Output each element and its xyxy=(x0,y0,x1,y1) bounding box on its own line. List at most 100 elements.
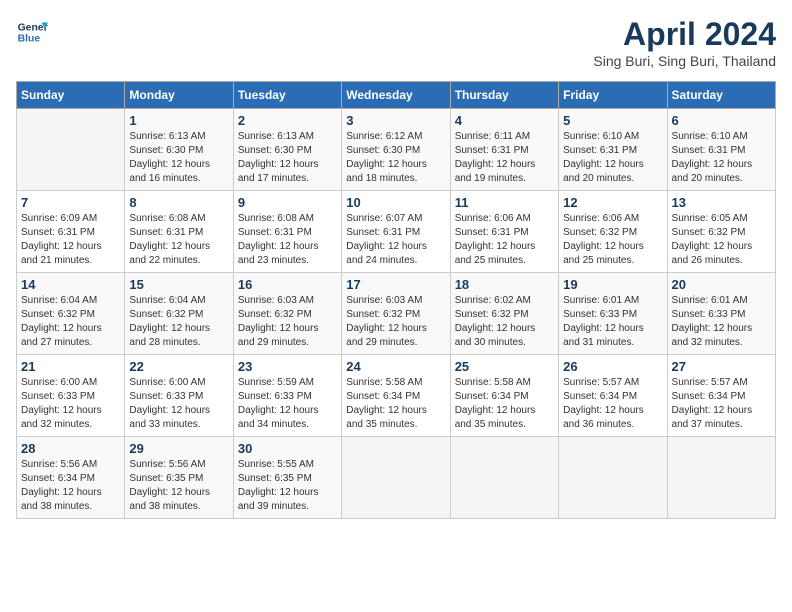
calendar-body: 1Sunrise: 6:13 AM Sunset: 6:30 PM Daylig… xyxy=(17,109,776,519)
day-number: 30 xyxy=(238,441,337,456)
day-info: Sunrise: 5:55 AM Sunset: 6:35 PM Dayligh… xyxy=(238,458,337,514)
header-friday: Friday xyxy=(559,82,667,109)
day-info: Sunrise: 5:57 AM Sunset: 6:34 PM Dayligh… xyxy=(563,376,662,432)
cell-2-1: 7Sunrise: 6:09 AM Sunset: 6:31 PM Daylig… xyxy=(17,191,125,273)
cell-1-5: 4 Sunrise: 6:11 AM Sunset: 6:31 PM Daylig… xyxy=(450,109,558,191)
cell-1-7: 6 Sunrise: 6:10 AM Sunset: 6:31 PM Daylig… xyxy=(667,109,775,191)
day-number: 2 xyxy=(238,113,337,128)
day-number: 22 xyxy=(129,359,228,374)
day-info: Sunrise: 6:13 AM Sunset: 6:30 PM Dayligh… xyxy=(238,130,337,186)
day-number: 5 xyxy=(563,113,662,128)
cell-2-3: 9 Sunrise: 6:08 AM Sunset: 6:31 PM Daylig… xyxy=(233,191,341,273)
cell-2-6: 12Sunrise: 6:06 AM Sunset: 6:32 PM Dayli… xyxy=(559,191,667,273)
day-info: Sunrise: 6:06 AM Sunset: 6:32 PM Dayligh… xyxy=(563,212,662,268)
cell-5-3: 30 Sunrise: 5:55 AM Sunset: 6:35 PM Dayli… xyxy=(233,437,341,519)
calendar-table: SundayMondayTuesdayWednesdayThursdayFrid… xyxy=(16,81,776,519)
calendar-header: SundayMondayTuesdayWednesdayThursdayFrid… xyxy=(17,82,776,109)
week-row-5: 28 Sunrise: 5:56 AM Sunset: 6:34 PM Dayli… xyxy=(17,437,776,519)
page-header: General Blue April 2024 Sing Buri, Sing … xyxy=(16,16,776,69)
cell-4-5: 25 Sunrise: 5:58 AM Sunset: 6:34 PM Dayli… xyxy=(450,355,558,437)
cell-1-1 xyxy=(17,109,125,191)
day-number: 24 xyxy=(346,359,445,374)
day-number: 14 xyxy=(21,277,120,292)
day-info: Sunrise: 6:07 AM Sunset: 6:31 PM Dayligh… xyxy=(346,212,445,268)
day-number: 28 xyxy=(21,441,120,456)
week-row-1: 1Sunrise: 6:13 AM Sunset: 6:30 PM Daylig… xyxy=(17,109,776,191)
day-info: Sunrise: 6:03 AM Sunset: 6:32 PM Dayligh… xyxy=(238,294,337,350)
day-info: Sunrise: 5:59 AM Sunset: 6:33 PM Dayligh… xyxy=(238,376,337,432)
day-info: Sunrise: 5:58 AM Sunset: 6:34 PM Dayligh… xyxy=(455,376,554,432)
cell-1-2: 1Sunrise: 6:13 AM Sunset: 6:30 PM Daylig… xyxy=(125,109,233,191)
day-number: 26 xyxy=(563,359,662,374)
cell-1-6: 5Sunrise: 6:10 AM Sunset: 6:31 PM Daylig… xyxy=(559,109,667,191)
cell-3-5: 18 Sunrise: 6:02 AM Sunset: 6:32 PM Dayli… xyxy=(450,273,558,355)
week-row-2: 7Sunrise: 6:09 AM Sunset: 6:31 PM Daylig… xyxy=(17,191,776,273)
cell-2-2: 8 Sunrise: 6:08 AM Sunset: 6:31 PM Daylig… xyxy=(125,191,233,273)
cell-5-2: 29 Sunrise: 5:56 AM Sunset: 6:35 PM Dayli… xyxy=(125,437,233,519)
day-number: 20 xyxy=(672,277,771,292)
day-number: 25 xyxy=(455,359,554,374)
day-info: Sunrise: 6:00 AM Sunset: 6:33 PM Dayligh… xyxy=(129,376,228,432)
cell-4-6: 26 Sunrise: 5:57 AM Sunset: 6:34 PM Dayli… xyxy=(559,355,667,437)
day-info: Sunrise: 5:57 AM Sunset: 6:34 PM Dayligh… xyxy=(672,376,771,432)
cell-3-4: 17 Sunrise: 6:03 AM Sunset: 6:32 PM Dayli… xyxy=(342,273,450,355)
svg-text:Blue: Blue xyxy=(18,34,41,45)
day-number: 13 xyxy=(672,195,771,210)
day-number: 6 xyxy=(672,113,771,128)
cell-3-6: 19 Sunrise: 6:01 AM Sunset: 6:33 PM Dayli… xyxy=(559,273,667,355)
day-info: Sunrise: 6:04 AM Sunset: 6:32 PM Dayligh… xyxy=(129,294,228,350)
header-monday: Monday xyxy=(125,82,233,109)
cell-2-7: 13 Sunrise: 6:05 AM Sunset: 6:32 PM Dayli… xyxy=(667,191,775,273)
cell-5-5 xyxy=(450,437,558,519)
day-info: Sunrise: 6:02 AM Sunset: 6:32 PM Dayligh… xyxy=(455,294,554,350)
cell-5-7 xyxy=(667,437,775,519)
day-number: 7 xyxy=(21,195,120,210)
day-info: Sunrise: 6:05 AM Sunset: 6:32 PM Dayligh… xyxy=(672,212,771,268)
day-number: 17 xyxy=(346,277,445,292)
cell-5-4 xyxy=(342,437,450,519)
header-thursday: Thursday xyxy=(450,82,558,109)
day-number: 16 xyxy=(238,277,337,292)
day-info: Sunrise: 5:56 AM Sunset: 6:35 PM Dayligh… xyxy=(129,458,228,514)
day-info: Sunrise: 6:08 AM Sunset: 6:31 PM Dayligh… xyxy=(238,212,337,268)
header-wednesday: Wednesday xyxy=(342,82,450,109)
week-row-4: 21 Sunrise: 6:00 AM Sunset: 6:33 PM Dayli… xyxy=(17,355,776,437)
cell-5-1: 28 Sunrise: 5:56 AM Sunset: 6:34 PM Dayli… xyxy=(17,437,125,519)
day-number: 29 xyxy=(129,441,228,456)
cell-3-1: 14 Sunrise: 6:04 AM Sunset: 6:32 PM Dayli… xyxy=(17,273,125,355)
cell-4-1: 21 Sunrise: 6:00 AM Sunset: 6:33 PM Dayli… xyxy=(17,355,125,437)
day-info: Sunrise: 6:08 AM Sunset: 6:31 PM Dayligh… xyxy=(129,212,228,268)
day-info: Sunrise: 6:03 AM Sunset: 6:32 PM Dayligh… xyxy=(346,294,445,350)
cell-5-6 xyxy=(559,437,667,519)
day-info: Sunrise: 6:00 AM Sunset: 6:33 PM Dayligh… xyxy=(21,376,120,432)
day-number: 4 xyxy=(455,113,554,128)
header-row: SundayMondayTuesdayWednesdayThursdayFrid… xyxy=(17,82,776,109)
cell-4-2: 22 Sunrise: 6:00 AM Sunset: 6:33 PM Dayli… xyxy=(125,355,233,437)
day-number: 9 xyxy=(238,195,337,210)
cell-2-5: 11Sunrise: 6:06 AM Sunset: 6:31 PM Dayli… xyxy=(450,191,558,273)
day-number: 8 xyxy=(129,195,228,210)
header-tuesday: Tuesday xyxy=(233,82,341,109)
subtitle: Sing Buri, Sing Buri, Thailand xyxy=(593,53,776,69)
day-info: Sunrise: 6:12 AM Sunset: 6:30 PM Dayligh… xyxy=(346,130,445,186)
day-info: Sunrise: 6:04 AM Sunset: 6:32 PM Dayligh… xyxy=(21,294,120,350)
title-block: April 2024 Sing Buri, Sing Buri, Thailan… xyxy=(593,16,776,69)
day-number: 21 xyxy=(21,359,120,374)
day-number: 15 xyxy=(129,277,228,292)
day-number: 10 xyxy=(346,195,445,210)
day-info: Sunrise: 5:58 AM Sunset: 6:34 PM Dayligh… xyxy=(346,376,445,432)
day-info: Sunrise: 6:13 AM Sunset: 6:30 PM Dayligh… xyxy=(129,130,228,186)
day-info: Sunrise: 5:56 AM Sunset: 6:34 PM Dayligh… xyxy=(21,458,120,514)
cell-2-4: 10 Sunrise: 6:07 AM Sunset: 6:31 PM Dayli… xyxy=(342,191,450,273)
main-title: April 2024 xyxy=(593,16,776,53)
day-number: 18 xyxy=(455,277,554,292)
week-row-3: 14 Sunrise: 6:04 AM Sunset: 6:32 PM Dayli… xyxy=(17,273,776,355)
cell-4-7: 27Sunrise: 5:57 AM Sunset: 6:34 PM Dayli… xyxy=(667,355,775,437)
cell-1-4: 3Sunrise: 6:12 AM Sunset: 6:30 PM Daylig… xyxy=(342,109,450,191)
day-info: Sunrise: 6:10 AM Sunset: 6:31 PM Dayligh… xyxy=(672,130,771,186)
day-info: Sunrise: 6:01 AM Sunset: 6:33 PM Dayligh… xyxy=(563,294,662,350)
cell-4-3: 23Sunrise: 5:59 AM Sunset: 6:33 PM Dayli… xyxy=(233,355,341,437)
logo-icon: General Blue xyxy=(16,16,48,48)
day-number: 19 xyxy=(563,277,662,292)
day-info: Sunrise: 6:11 AM Sunset: 6:31 PM Dayligh… xyxy=(455,130,554,186)
